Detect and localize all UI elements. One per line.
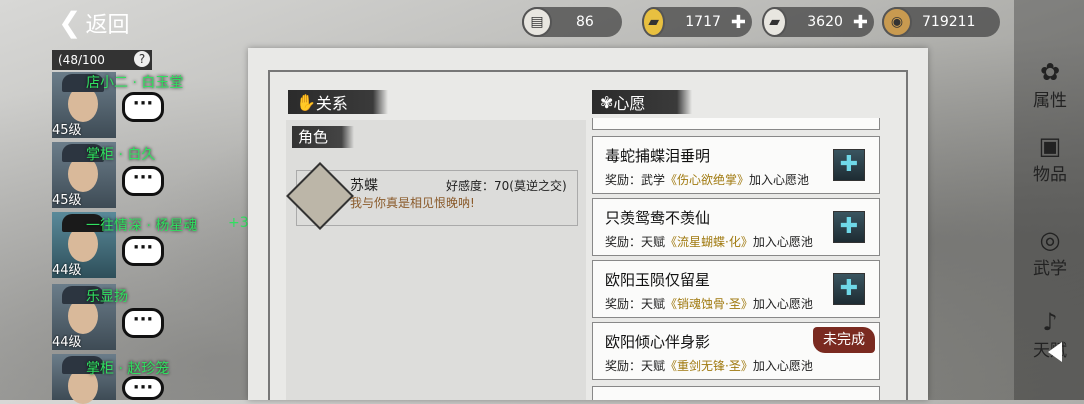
role-affinity: 好感度：70(莫逆之交) (446, 179, 567, 193)
lotus-icon: ✾ (600, 92, 614, 112)
back-label: 返回 (85, 12, 130, 38)
ticket-resource: ▤ 86 (522, 7, 622, 37)
copper-coin-icon: ◉ (882, 7, 912, 37)
role-quote: 我与你真是相见恨晚呐! (350, 196, 475, 210)
silver-ingot-icon: ▰ (762, 7, 788, 37)
wish-item[interactable]: 欧阳玉陨仅留星 奖励：天赋《销魂蚀骨·圣》加入心愿池 ✚ (592, 260, 880, 318)
wish-title: 欧阳倾心伴身影 (605, 333, 711, 351)
chat-bubble-icon[interactable]: ··· (122, 92, 164, 122)
chest-icon: ▣ (1038, 132, 1062, 160)
wish-title: 只羡鸳鸯不羡仙 (605, 209, 711, 227)
wish-item-partial (592, 118, 880, 130)
wish-reward: 奖励：武学《伤心欲绝掌》加入心愿池 (605, 173, 810, 187)
role-tab[interactable]: 角色 (292, 126, 354, 148)
side-menu-label: 物品 (1033, 165, 1067, 185)
copper-count: 719211 (922, 14, 976, 30)
wish-title-bar: ✾ 心愿 (592, 90, 692, 114)
member-level: 44级 (52, 263, 82, 278)
side-menu-attributes[interactable]: ✿ 属性 (1020, 58, 1080, 118)
wish-reward: 奖励：天赋《重剑无锋·圣》加入心愿池 (605, 359, 813, 373)
back-button[interactable]: ❮ 返回 (58, 6, 129, 39)
member-bonus: +3 (228, 215, 249, 231)
add-wish-button[interactable]: ✚ (833, 273, 865, 305)
chat-bubble-icon[interactable]: ··· (122, 376, 164, 400)
relation-title: 关系 (315, 94, 348, 113)
wish-reward: 奖励：天赋《流星蝴蝶·化》加入心愿池 (605, 235, 813, 249)
member-level: 45级 (52, 193, 82, 208)
add-wish-button[interactable]: ✚ (833, 211, 865, 243)
wish-title: 毒蛇捕蝶泪垂明 (605, 147, 711, 165)
ticket-count: 86 (576, 14, 594, 30)
ticket-icon: ▤ (522, 7, 552, 37)
talent-icon: ♪ (1042, 308, 1058, 336)
add-silver-button[interactable]: ✚ (853, 12, 868, 33)
member-name: 店小二 · 白玉堂 (86, 75, 184, 91)
wish-item[interactable]: 只羡鸳鸯不羡仙 奖励：天赋《流星蝴蝶·化》加入心愿池 ✚ (592, 198, 880, 256)
gold-resource: ▰ 1717 ✚ (642, 7, 752, 37)
side-menu-martial-arts[interactable]: ◎ 武学 (1020, 226, 1080, 286)
gold-ingot-icon: ▰ (642, 7, 666, 37)
wish-item[interactable]: 毒蛇捕蝶泪垂明 奖励：武学《伤心欲绝掌》加入心愿池 ✚ (592, 136, 880, 194)
wish-item-partial (592, 386, 880, 400)
hand-icon: ✋ (296, 92, 316, 112)
member-name: 一往情深 · 杨星魂 (86, 218, 198, 234)
wish-reward: 奖励：天赋《销魂蚀骨·圣》加入心愿池 (605, 297, 813, 311)
chat-bubble-icon[interactable]: ··· (122, 308, 164, 338)
member-name: 乐显扬 (86, 289, 128, 305)
chat-bubble-icon[interactable]: ··· (122, 166, 164, 196)
wish-title: 心愿 (613, 94, 646, 113)
role-column (286, 120, 586, 400)
side-menu-label: 属性 (1033, 91, 1067, 111)
add-gold-button[interactable]: ✚ (731, 12, 746, 33)
member-name: 掌柜 · 赵珍笼 (86, 361, 170, 377)
scroll-icon: ✿ (1039, 58, 1061, 86)
member-level: 45级 (52, 123, 82, 138)
wish-item[interactable]: 欧阳倾心伴身影 奖励：天赋《重剑无锋·圣》加入心愿池 未完成 (592, 322, 880, 380)
copper-resource: ◉ 719211 (882, 7, 1000, 37)
chat-bubble-icon[interactable]: ··· (122, 236, 164, 266)
gold-count: 1717 (685, 14, 721, 30)
help-icon[interactable]: ? (134, 51, 150, 67)
member-name: 掌柜 · 白久 (86, 147, 156, 163)
relation-title-bar: ✋ 关系 (288, 90, 388, 114)
side-menu-label: 武学 (1033, 259, 1067, 279)
add-wish-button[interactable]: ✚ (833, 149, 865, 181)
sword-icon: ◎ (1039, 226, 1061, 254)
chevron-left-icon: ❮ (58, 6, 82, 39)
wish-title: 欧阳玉陨仅留星 (605, 271, 711, 289)
nav-back-triangle-icon[interactable] (1048, 342, 1062, 362)
side-menu-items[interactable]: ▣ 物品 (1020, 132, 1080, 192)
member-level: 44级 (52, 335, 82, 350)
incomplete-badge: 未完成 (813, 327, 875, 353)
role-name: 苏蝶 (350, 178, 378, 194)
silver-resource: ▰ 3620 ✚ (762, 7, 874, 37)
silver-count: 3620 (807, 14, 843, 30)
